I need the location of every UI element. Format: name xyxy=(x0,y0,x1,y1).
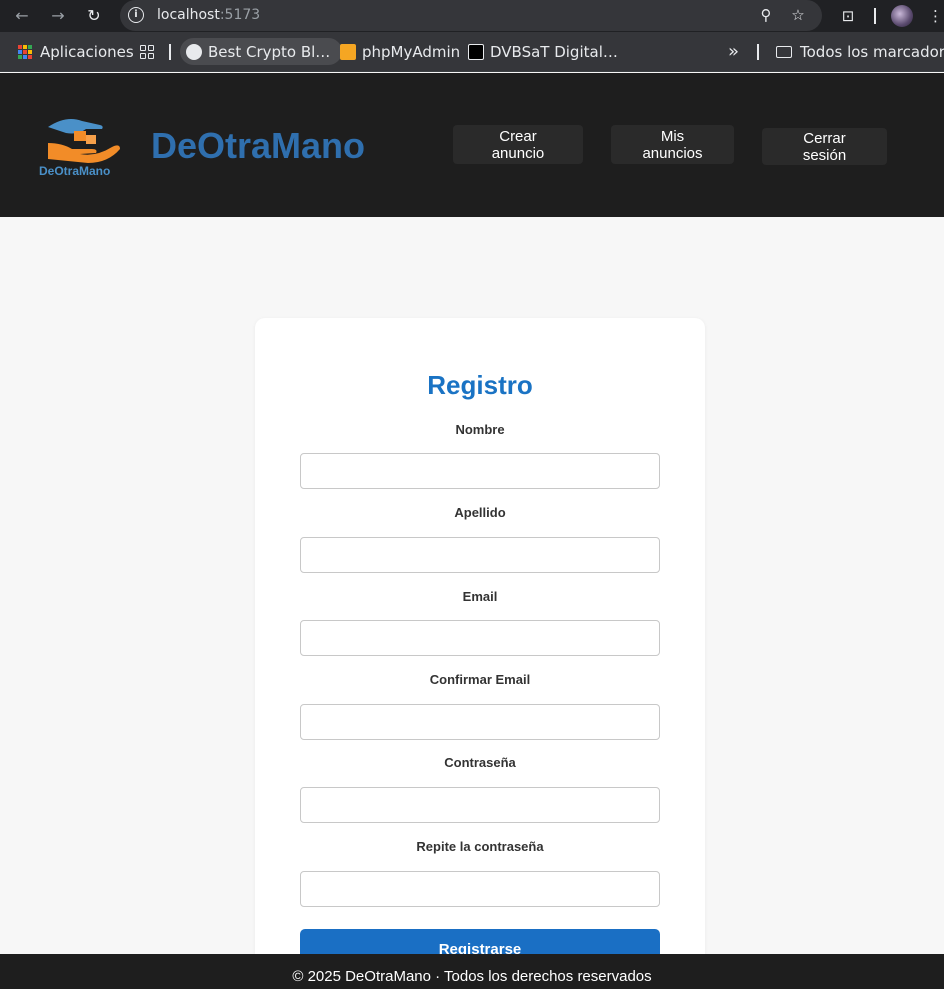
logo-bottom-hand xyxy=(48,143,120,163)
apps-grid-icon xyxy=(18,44,32,59)
url-host: localhost xyxy=(157,7,220,23)
more-bookmarks-button[interactable]: » xyxy=(728,38,739,65)
rocket-icon xyxy=(186,43,202,60)
bookmarks-divider xyxy=(757,44,759,60)
browser-toolbar: ← → ↻ i localhost:5173 ⚲ ☆ ⊡ ⋮ xyxy=(0,0,944,32)
bookmarks-divider xyxy=(169,44,171,60)
field-label-repeat-password: Repite la contraseña xyxy=(416,839,544,854)
bookmark-apps[interactable]: Aplicaciones xyxy=(18,38,134,65)
field-label-password: Contraseña xyxy=(444,755,516,770)
tab-groups-button[interactable] xyxy=(140,38,154,65)
bookmark-label: DVBSaT Digital… xyxy=(490,42,618,61)
address-bar[interactable]: i localhost:5173 ⚲ ☆ xyxy=(120,0,822,31)
footer-text: © 2025 DeOtraMano · Todos los derechos r… xyxy=(292,968,652,985)
toolbar-divider xyxy=(874,8,876,24)
bookmarks-bar: Aplicaciones Best Crypto Bl… phpMyAdmin … xyxy=(0,32,944,72)
repeat-password-input[interactable] xyxy=(300,871,660,907)
email-input[interactable] xyxy=(300,620,660,656)
logo-box xyxy=(86,135,96,144)
confirm-email-input[interactable] xyxy=(300,704,660,740)
all-bookmarks-label: Todos los marcadores xyxy=(800,42,944,61)
register-card: Registro Nombre Apellido Email Confirmar… xyxy=(255,318,705,989)
create-listing-button[interactable]: Crear anuncio xyxy=(453,125,583,164)
password-input[interactable] xyxy=(300,787,660,823)
bookmark-star-icon[interactable]: ☆ xyxy=(788,5,808,25)
field-label-email: Email xyxy=(462,589,498,604)
all-bookmarks-folder[interactable]: Todos los marcadores xyxy=(776,38,944,65)
site-footer: © 2025 DeOtraMano · Todos los derechos r… xyxy=(0,954,944,989)
field-label-nombre: Nombre xyxy=(455,422,505,437)
site-header: DeOtraMano DeOtraMano Crear anuncio Mis … xyxy=(0,73,944,217)
apellido-input[interactable] xyxy=(300,537,660,573)
dvbsat-icon xyxy=(468,43,484,60)
bookmark-label: Best Crypto Bl… xyxy=(208,42,331,61)
form-title: Registro xyxy=(427,370,533,400)
reload-icon[interactable]: ↻ xyxy=(82,4,106,28)
bookmark-label: phpMyAdmin xyxy=(362,42,461,61)
logout-button[interactable]: Cerrar sesión xyxy=(762,128,887,165)
bookmark-item-phpmyadmin[interactable]: phpMyAdmin xyxy=(340,38,460,65)
screenshot-icon[interactable]: ⊡ xyxy=(837,5,859,27)
zoom-icon[interactable]: ⚲ xyxy=(756,5,776,25)
bookmark-item-dvbsat[interactable]: DVBSaT Digital… xyxy=(468,38,618,65)
brand-title[interactable]: DeOtraMano xyxy=(151,125,365,167)
logo[interactable]: DeOtraMano xyxy=(38,113,128,177)
chevron-double-right-icon: » xyxy=(728,41,740,62)
menu-dots-icon[interactable]: ⋮ xyxy=(928,5,943,27)
bookmark-apps-label: Aplicaciones xyxy=(40,42,134,61)
my-listings-button[interactable]: Mis anuncios xyxy=(611,125,734,164)
nombre-input[interactable] xyxy=(300,453,660,489)
url-port: :5173 xyxy=(219,7,261,23)
forward-arrow-icon[interactable]: → xyxy=(46,4,70,28)
url-text[interactable]: localhost:5173 xyxy=(157,7,260,23)
logo-text: DeOtraMano xyxy=(39,164,110,177)
field-label-confirm-email: Confirmar Email xyxy=(429,672,531,687)
field-label-apellido: Apellido xyxy=(454,505,506,520)
back-arrow-icon[interactable]: ← xyxy=(10,4,34,28)
phpmyadmin-icon xyxy=(340,43,356,60)
site-info-icon[interactable]: i xyxy=(128,7,144,23)
profile-avatar[interactable] xyxy=(891,5,913,27)
folder-icon xyxy=(776,45,792,58)
logo-box xyxy=(74,131,86,141)
bookmark-item-crypto[interactable]: Best Crypto Bl… xyxy=(180,38,343,65)
tab-grid-icon xyxy=(140,44,154,59)
